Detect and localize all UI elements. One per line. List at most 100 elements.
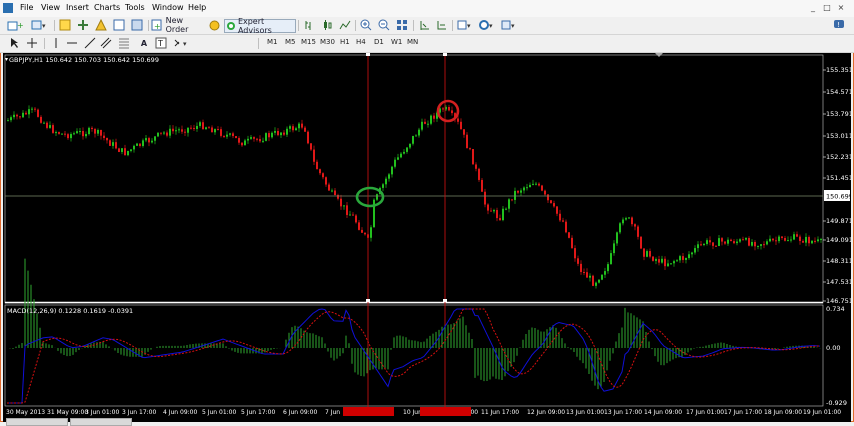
candle-body <box>742 239 744 241</box>
menu-charts[interactable]: Charts <box>94 3 120 12</box>
bar-chart-icon[interactable] <box>302 19 316 31</box>
candle-body <box>571 237 573 249</box>
timeframe-w1[interactable]: W1 <box>391 38 402 46</box>
vline-handle[interactable] <box>443 299 447 302</box>
chart-canvas[interactable]: GBPJPY,H1 150.642 150.703 150.642 150.69… <box>3 53 853 422</box>
crosshair-icon[interactable] <box>26 37 38 49</box>
cursor-icon[interactable] <box>8 37 20 49</box>
zoom-in-icon[interactable] <box>359 19 373 31</box>
candle-body <box>46 122 48 128</box>
candle-body <box>433 115 435 119</box>
candle-body <box>97 129 99 134</box>
candle-body <box>103 135 105 138</box>
line-chart-icon[interactable] <box>338 19 352 31</box>
navigator-icon[interactable] <box>94 19 108 31</box>
tester-icon[interactable] <box>130 19 144 31</box>
market-watch-icon[interactable] <box>58 19 72 31</box>
zoom-out-icon[interactable] <box>377 19 391 31</box>
svg-text:+: + <box>154 22 161 31</box>
candle-body <box>205 127 207 130</box>
timeframe-m30[interactable]: M30 <box>320 38 335 46</box>
candle-body <box>652 256 654 261</box>
help-balloon-icon[interactable]: ! <box>832 19 846 31</box>
candle-body <box>259 139 261 142</box>
trendline-icon[interactable] <box>84 37 96 49</box>
candle-body <box>151 140 153 143</box>
time-tick-label: 19 Jun 01:00 <box>803 409 841 416</box>
expert-advisors-label: Expert Advisors <box>237 17 272 35</box>
close-button[interactable]: × <box>834 3 848 12</box>
chart-tab[interactable] <box>6 418 68 426</box>
auto-scroll-icon[interactable] <box>435 19 449 31</box>
templates-icon[interactable]: ▾ <box>500 19 518 31</box>
candle-body <box>772 238 774 241</box>
candle-body <box>325 177 327 185</box>
profiles-icon[interactable]: ▾ <box>30 19 50 31</box>
menu-view[interactable]: View <box>41 3 60 12</box>
menu-window[interactable]: Window <box>152 3 184 12</box>
candle-body <box>154 136 156 141</box>
timeframe-h4[interactable]: H4 <box>356 38 366 46</box>
time-tick-label: 6 Jun 09:00 <box>283 409 317 416</box>
candle-body <box>619 223 621 233</box>
candle-body <box>343 205 345 207</box>
data-window-icon[interactable] <box>76 19 90 31</box>
candle-body <box>592 275 594 286</box>
macd-pane-frame <box>4 304 824 407</box>
terminal-icon[interactable] <box>112 19 126 31</box>
new-order-button[interactable]: + New Order <box>151 16 207 34</box>
candle-body <box>82 131 84 137</box>
candle-body <box>349 214 351 216</box>
candle-body <box>424 121 426 124</box>
vertical-line-icon[interactable] <box>50 37 62 49</box>
channel-icon[interactable] <box>100 37 112 49</box>
new-chart-icon[interactable]: + <box>6 19 26 31</box>
expert-advisors-button[interactable]: Expert Advisors <box>224 17 296 35</box>
chart-shift-icon[interactable] <box>417 19 431 31</box>
timeframe-h1[interactable]: H1 <box>340 38 350 46</box>
tile-windows-icon[interactable] <box>395 19 409 31</box>
svg-text:▾: ▾ <box>183 40 187 48</box>
candle-body <box>664 258 666 267</box>
timeframe-m15[interactable]: M15 <box>301 38 316 46</box>
restore-button[interactable]: □ <box>820 3 834 12</box>
indicators-icon[interactable]: ▾ <box>456 19 474 31</box>
timeframe-d1[interactable]: D1 <box>374 38 384 46</box>
candle-body <box>106 137 108 141</box>
candle-body <box>616 232 618 244</box>
minimize-button[interactable]: _ <box>806 3 820 12</box>
candlestick-icon[interactable] <box>320 19 334 31</box>
candle-body <box>49 125 51 128</box>
vline-handle[interactable] <box>366 53 370 56</box>
timeframe-mn[interactable]: MN <box>407 38 418 46</box>
candle-body <box>475 164 477 169</box>
menu-file[interactable]: File <box>20 3 33 12</box>
metaeditor-icon[interactable] <box>208 19 220 31</box>
svg-text:▾: ▾ <box>489 22 493 30</box>
candle-body <box>733 241 735 244</box>
menu-insert[interactable]: Insert <box>66 3 89 12</box>
candle-body <box>595 282 597 286</box>
candle-body <box>73 133 75 135</box>
candle-body <box>136 143 138 146</box>
fibonacci-icon[interactable] <box>118 37 130 49</box>
chart-tab[interactable] <box>70 418 132 426</box>
arrows-icon[interactable]: ▾ <box>172 37 192 49</box>
menu-tools[interactable]: Tools <box>125 3 145 12</box>
horizontal-line-icon[interactable] <box>66 37 78 49</box>
text-label-icon[interactable]: T <box>155 37 167 49</box>
menu-help[interactable]: Help <box>188 3 206 12</box>
chart-window[interactable]: GBPJPY,H1 150.642 150.703 150.642 150.69… <box>3 53 853 422</box>
periods-icon[interactable]: ▾ <box>478 19 496 31</box>
candle-body <box>310 143 312 150</box>
text-icon[interactable]: A <box>138 37 150 49</box>
candle-body <box>607 264 609 272</box>
timeframe-m5[interactable]: M5 <box>285 38 296 46</box>
candle-body <box>391 166 393 175</box>
timeframe-m1[interactable]: M1 <box>267 38 278 46</box>
candle-body <box>85 134 87 137</box>
vline-handle[interactable] <box>366 299 370 302</box>
candle-body <box>751 242 753 246</box>
candle-body <box>508 199 510 209</box>
vline-handle[interactable] <box>443 53 447 56</box>
